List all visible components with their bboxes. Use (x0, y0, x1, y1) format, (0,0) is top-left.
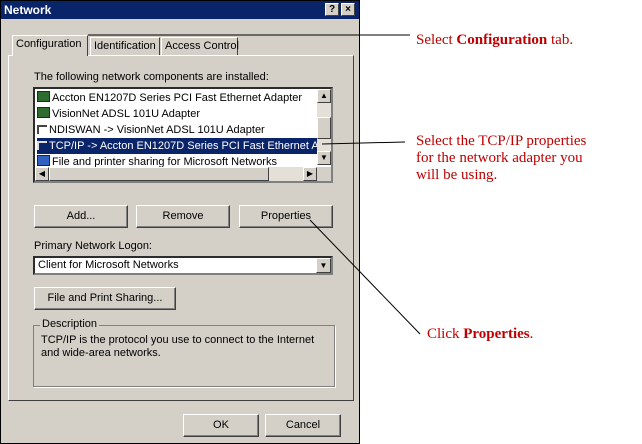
callout-line-properties (309, 219, 421, 335)
annotation-properties: Click Properties. (427, 326, 534, 342)
callout-line-tcpip (321, 141, 406, 145)
annotation-configuration: Select Configuration tab. (416, 32, 574, 48)
callout-lines (88, 34, 421, 335)
annotation-tcpip: Select the TCP/IP properties for the net… (416, 133, 587, 183)
tab-configuration[interactable]: Configuration (12, 35, 88, 56)
